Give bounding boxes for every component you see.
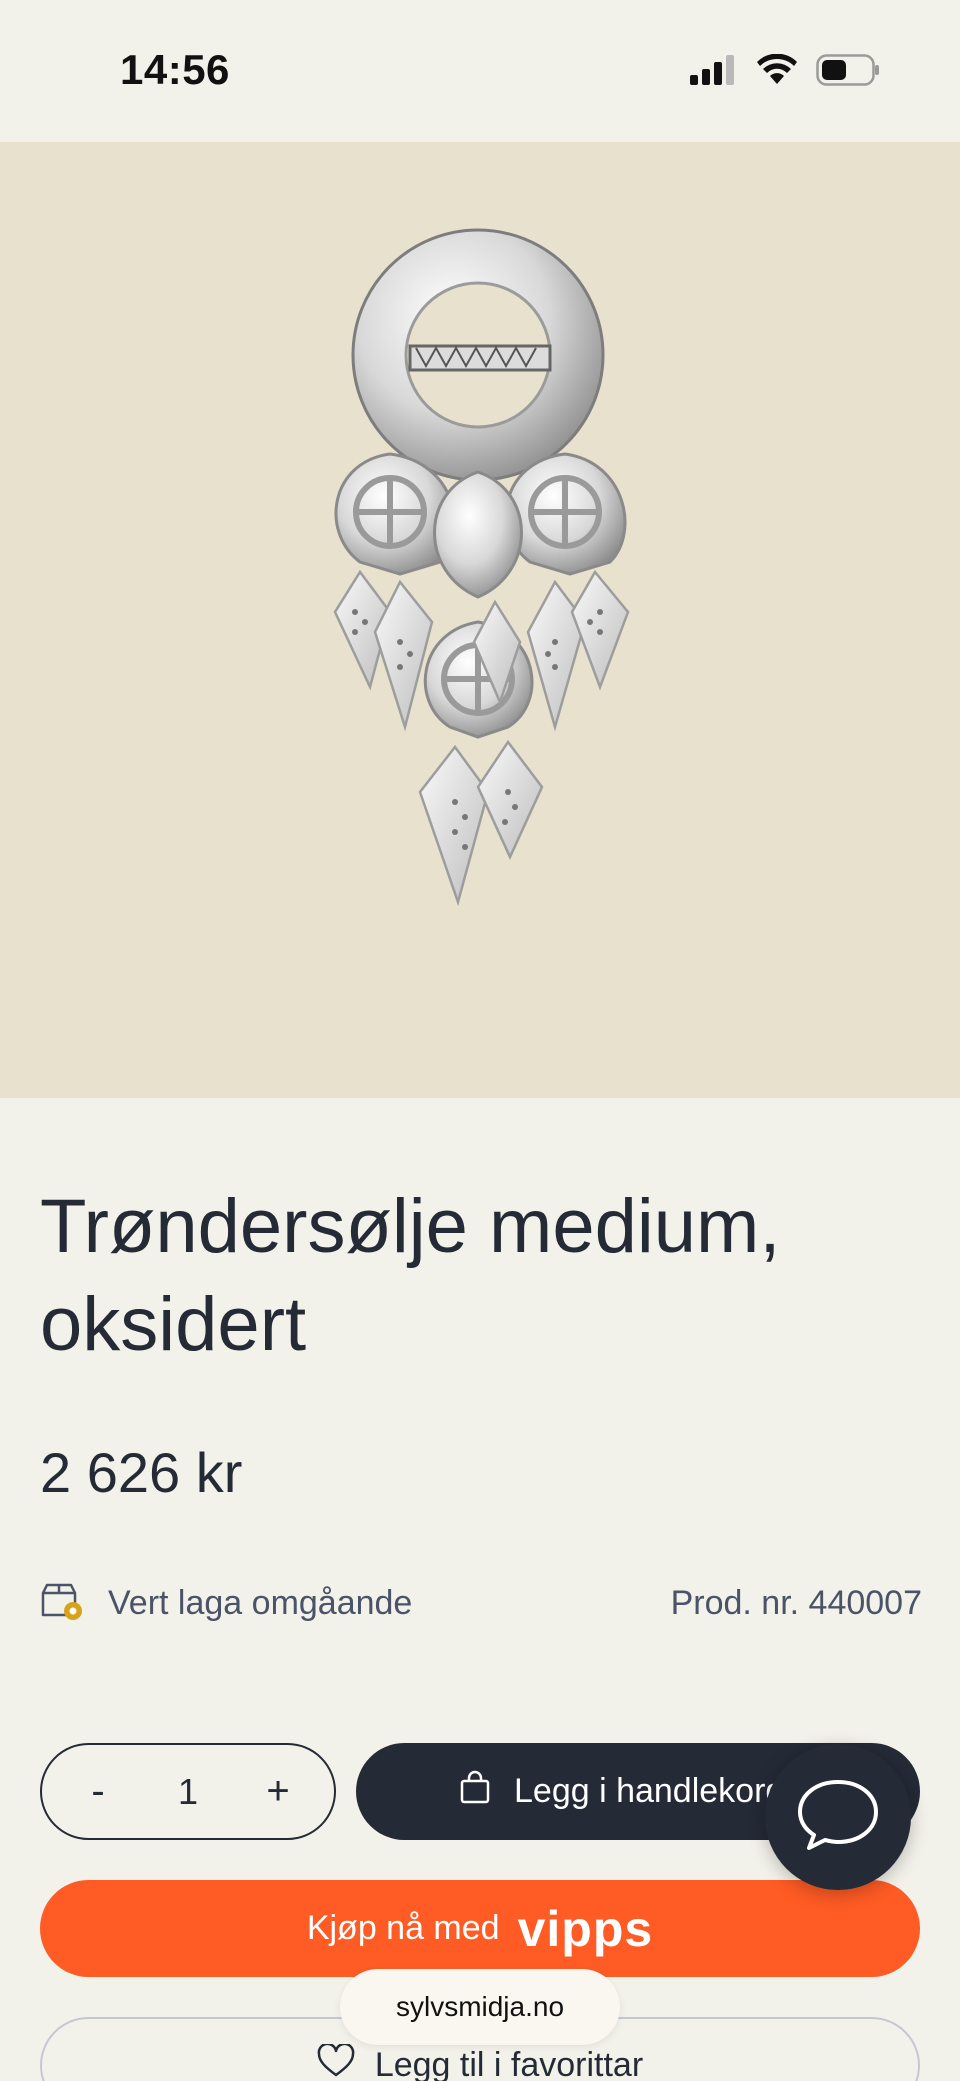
product-number: Prod. nr. 440007 — [670, 1583, 922, 1622]
status-icons — [690, 53, 880, 91]
favourite-label: Legg til i favorittar — [374, 2046, 644, 2081]
url-bar[interactable]: sylvsmidja.no — [340, 1969, 620, 2045]
delivery-text: Vert laga omgåande — [108, 1583, 413, 1622]
quantity-minus-button[interactable]: - — [78, 1769, 118, 1814]
product-price: 2 626 kr — [40, 1441, 243, 1504]
add-to-cart-label: Legg i handlekorg — [514, 1772, 785, 1810]
status-time: 14:56 — [120, 46, 230, 93]
chat-bubble-icon — [794, 1776, 882, 1859]
quantity-value[interactable]: 1 — [178, 1771, 198, 1813]
status-bar: 14:56 — [0, 0, 960, 142]
product-image[interactable] — [0, 142, 960, 1098]
delivery-row: Vert laga omgåande Prod. nr. 440007 — [40, 1578, 922, 1628]
quantity-stepper: - 1 + — [40, 1743, 336, 1840]
silver-brooch-image — [333, 228, 630, 907]
shopping-bag-icon — [460, 1770, 490, 1813]
heart-icon — [317, 2042, 355, 2081]
vipps-logo: vipps — [517, 1900, 654, 1957]
vipps-label: Kjøp nå med — [306, 1909, 500, 1947]
chat-button[interactable] — [765, 1744, 911, 1890]
quantity-plus-button[interactable]: + — [258, 1769, 298, 1814]
product-title: Trøndersølje medium, oksidert — [40, 1184, 781, 1367]
vipps-checkout-button[interactable]: Kjøp nå med vipps — [40, 1880, 920, 1977]
signal-icon — [690, 55, 738, 90]
box-clock-icon — [40, 1581, 84, 1626]
wifi-icon — [756, 53, 798, 91]
delivery-status: Vert laga omgåande — [40, 1581, 412, 1626]
battery-icon — [816, 54, 880, 91]
